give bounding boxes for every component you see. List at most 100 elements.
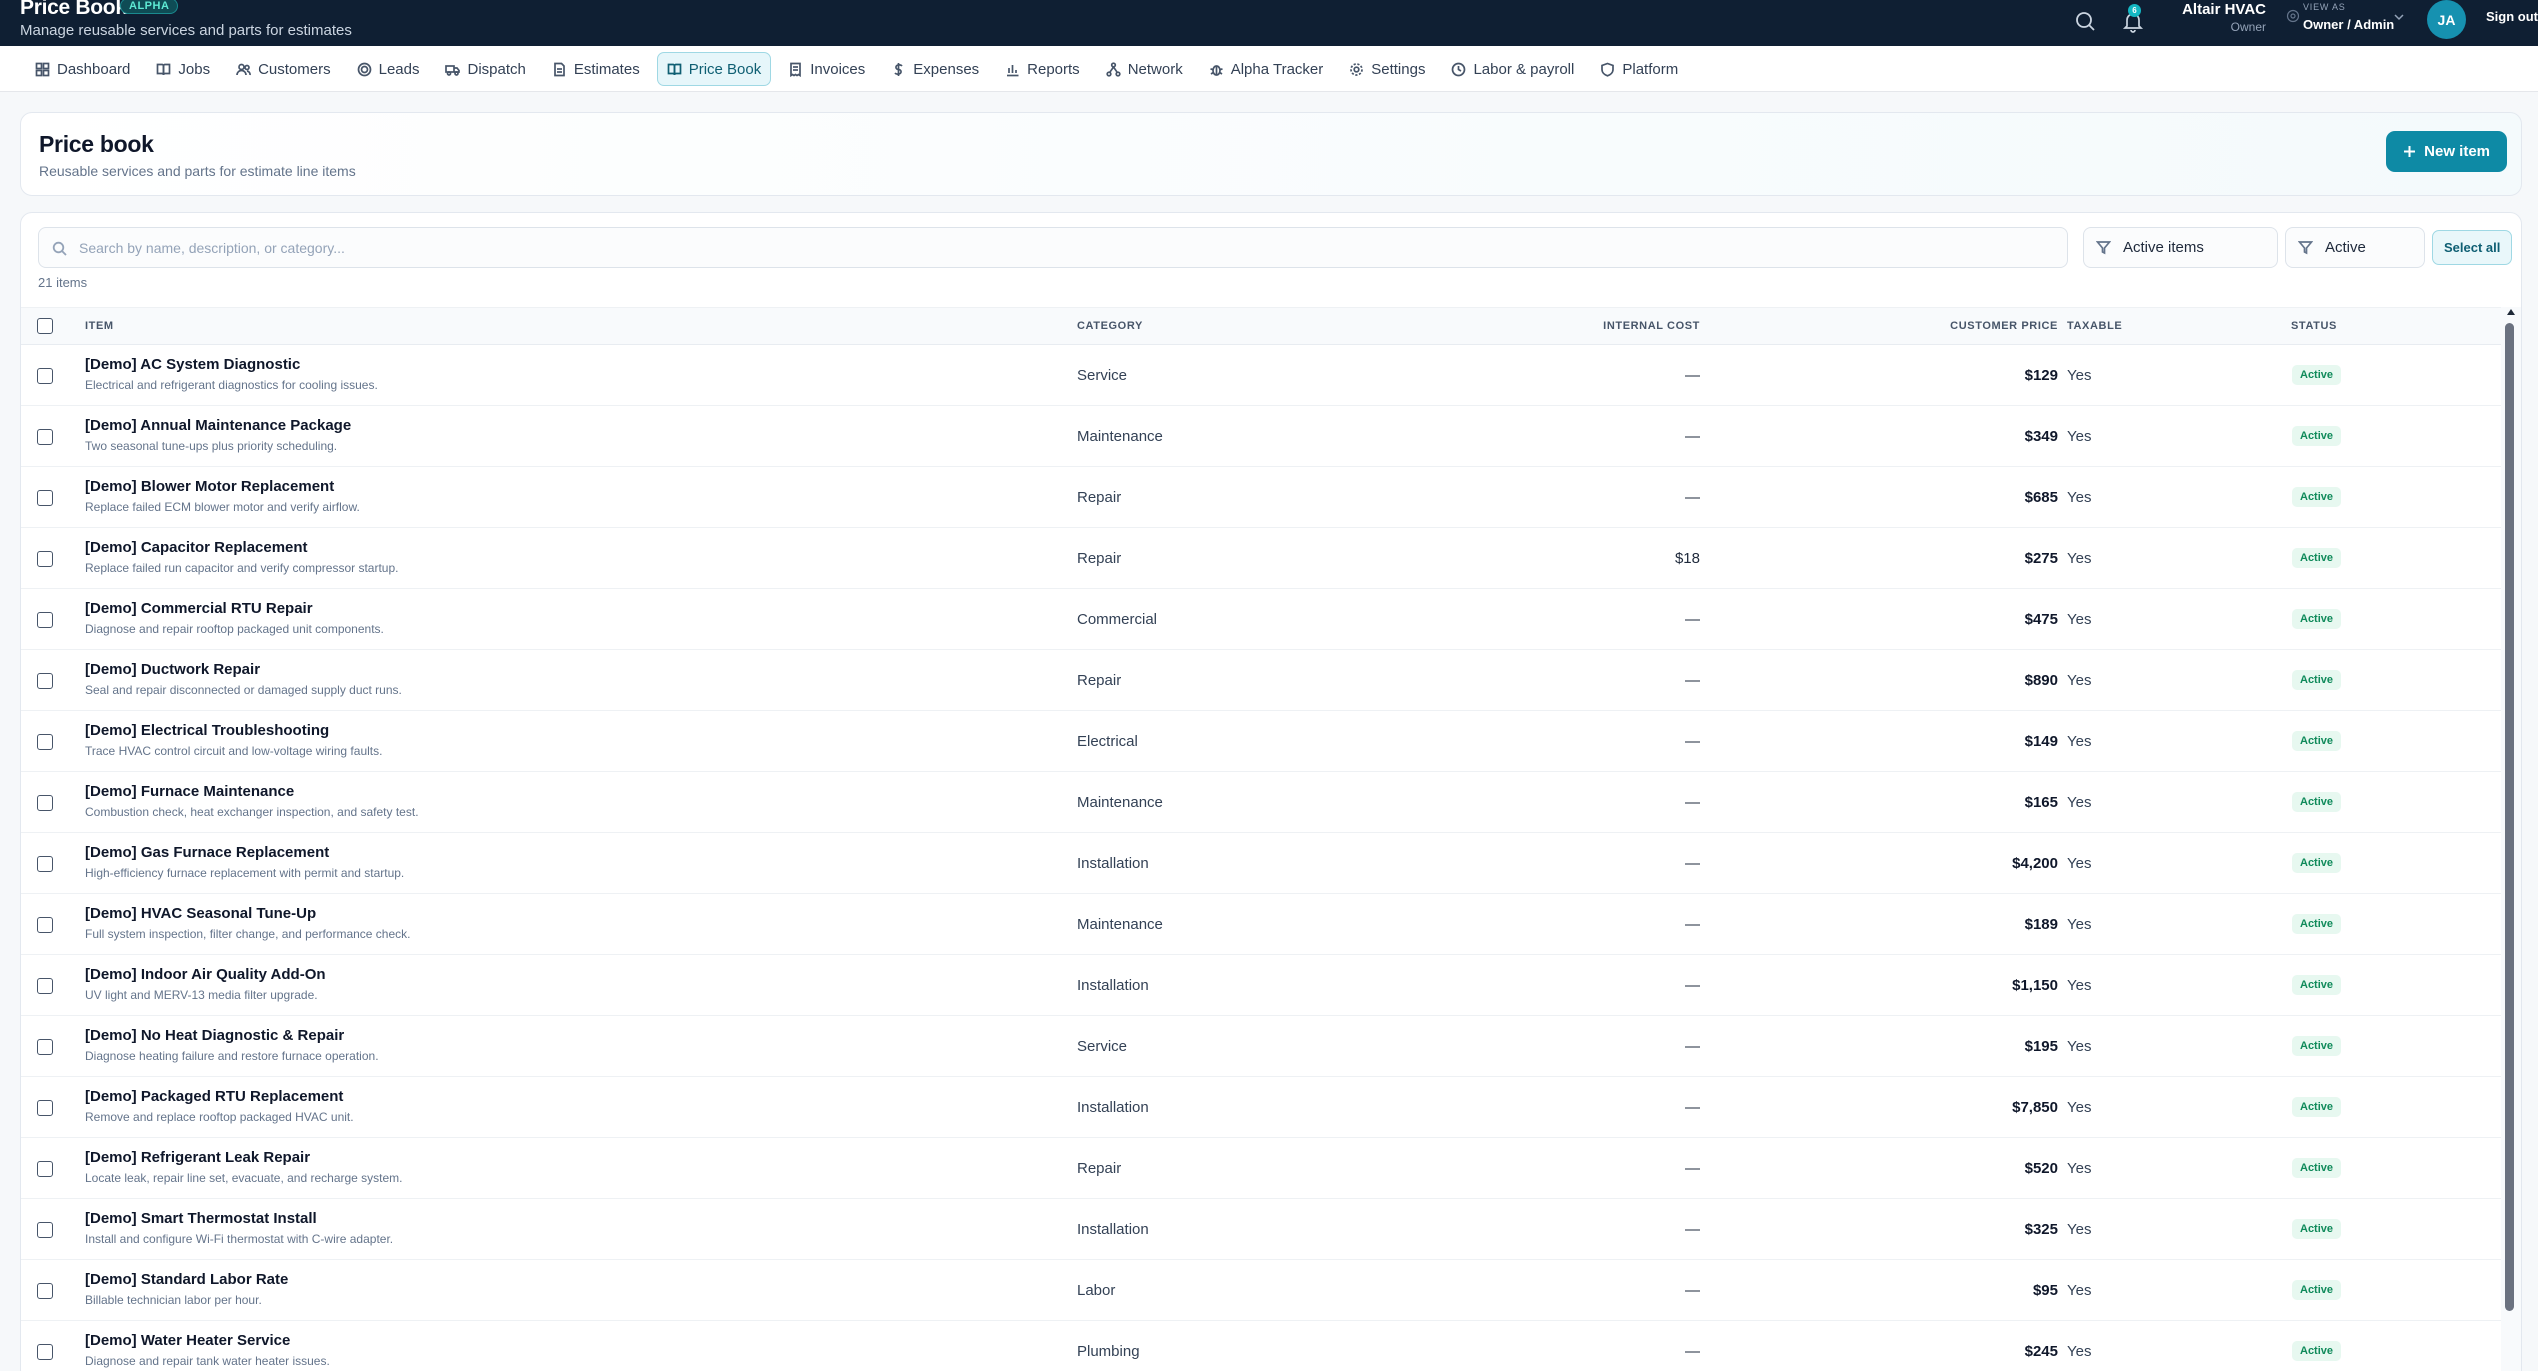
row-checkbox[interactable]	[37, 612, 53, 628]
row-checkbox[interactable]	[37, 1222, 53, 1238]
column-header-item[interactable]: ITEM	[85, 320, 114, 332]
table-row[interactable]: [Demo] Furnace Maintenance Combustion che…	[21, 772, 2501, 833]
table-row[interactable]: [Demo] No Heat Diagnostic & Repair Diagno…	[21, 1016, 2501, 1077]
column-header-internal-cost[interactable]: INTERNAL COST	[1603, 320, 1700, 332]
item-description: Locate leak, repair line set, evacuate, …	[85, 1171, 403, 1185]
item-customer-price: $149	[2024, 733, 2058, 750]
book-icon	[157, 63, 171, 75]
nav-item-leads[interactable]: Leads	[348, 52, 429, 86]
table-row[interactable]: [Demo] Water Heater Service Diagnose and …	[21, 1321, 2501, 1371]
row-checkbox[interactable]	[37, 490, 53, 506]
nav-item-alpha-tracker[interactable]: Alpha Tracker	[1200, 52, 1333, 86]
search-field[interactable]	[38, 227, 2068, 268]
search-icon[interactable]	[2070, 6, 2100, 36]
item-name[interactable]: [Demo] HVAC Seasonal Tune-Up	[85, 905, 316, 922]
table-row[interactable]: [Demo] Blower Motor Replacement Replace f…	[21, 467, 2501, 528]
item-name[interactable]: [Demo] Refrigerant Leak Repair	[85, 1149, 310, 1166]
row-checkbox[interactable]	[37, 917, 53, 933]
table-row[interactable]: [Demo] HVAC Seasonal Tune-Up Full system …	[21, 894, 2501, 955]
new-item-button[interactable]: New item	[2386, 131, 2507, 172]
item-name[interactable]: [Demo] Ductwork Repair	[85, 661, 260, 678]
item-category: Installation	[1077, 1099, 1149, 1116]
status-filter-select[interactable]: Active	[2285, 227, 2425, 268]
nav-item-settings[interactable]: Settings	[1340, 52, 1434, 86]
view-as-select[interactable]: Owner / Admin	[2303, 17, 2394, 32]
table-row[interactable]: [Demo] Refrigerant Leak Repair Locate lea…	[21, 1138, 2501, 1199]
item-name[interactable]: [Demo] AC System Diagnostic	[85, 356, 300, 373]
item-name[interactable]: [Demo] Packaged RTU Replacement	[85, 1088, 343, 1105]
item-name[interactable]: [Demo] Electrical Troubleshooting	[85, 722, 329, 739]
row-checkbox[interactable]	[37, 734, 53, 750]
row-checkbox[interactable]	[37, 1344, 53, 1360]
item-name[interactable]: [Demo] Annual Maintenance Package	[85, 417, 351, 434]
nav-item-invoices[interactable]: Invoices	[779, 52, 874, 86]
item-name[interactable]: [Demo] Capacitor Replacement	[85, 539, 308, 556]
item-name[interactable]: [Demo] Smart Thermostat Install	[85, 1210, 317, 1227]
nav-item-labor-payroll[interactable]: Labor & payroll	[1442, 52, 1583, 86]
table-row[interactable]: [Demo] Electrical Troubleshooting Trace H…	[21, 711, 2501, 772]
item-customer-price: $1,150	[2012, 977, 2058, 994]
row-checkbox[interactable]	[37, 551, 53, 567]
row-checkbox[interactable]	[37, 1100, 53, 1116]
nav-item-dashboard[interactable]: Dashboard	[26, 52, 139, 86]
nav-item-estimates[interactable]: Estimates	[543, 52, 649, 86]
table-row[interactable]: [Demo] Annual Maintenance Package Two sea…	[21, 406, 2501, 467]
item-taxable: Yes	[2067, 367, 2092, 384]
scroll-thumb[interactable]	[2505, 323, 2514, 1311]
row-checkbox[interactable]	[37, 673, 53, 689]
table-row[interactable]: [Demo] Commercial RTU Repair Diagnose and…	[21, 589, 2501, 650]
table-row[interactable]: [Demo] Ductwork Repair Seal and repair di…	[21, 650, 2501, 711]
item-name[interactable]: [Demo] Gas Furnace Replacement	[85, 844, 329, 861]
table-row[interactable]: [Demo] Standard Labor Rate Billable techn…	[21, 1260, 2501, 1321]
nav-item-dispatch[interactable]: Dispatch	[436, 52, 534, 86]
nav-item-expenses[interactable]: Expenses	[882, 52, 988, 86]
nav-item-reports[interactable]: Reports	[996, 52, 1089, 86]
row-checkbox[interactable]	[37, 1161, 53, 1177]
item-customer-price: $95	[2032, 1282, 2058, 1299]
item-name[interactable]: [Demo] Commercial RTU Repair	[85, 600, 313, 617]
column-header-category[interactable]: CATEGORY	[1077, 320, 1143, 332]
select-all-checkbox[interactable]	[37, 318, 53, 334]
select-all-button[interactable]: Select all	[2432, 230, 2513, 265]
item-customer-price: $189	[2024, 916, 2058, 933]
item-name[interactable]: [Demo] Standard Labor Rate	[85, 1271, 288, 1288]
item-taxable: Yes	[2067, 672, 2092, 689]
item-taxable: Yes	[2067, 1038, 2092, 1055]
table-row[interactable]: [Demo] Gas Furnace Replacement High-effic…	[21, 833, 2501, 894]
item-name[interactable]: [Demo] Blower Motor Replacement	[85, 478, 334, 495]
nav-item-price-book[interactable]: Price Book	[656, 52, 772, 86]
row-checkbox[interactable]	[37, 429, 53, 445]
column-header-customer-price[interactable]: CUSTOMER PRICE	[1950, 320, 2058, 332]
item-name[interactable]: [Demo] Water Heater Service	[85, 1332, 290, 1349]
search-input[interactable]	[79, 228, 2049, 267]
item-name[interactable]: [Demo] Furnace Maintenance	[85, 783, 294, 800]
row-checkbox[interactable]	[37, 1039, 53, 1055]
item-name[interactable]: [Demo] Indoor Air Quality Add-On	[85, 966, 326, 983]
scrollbar[interactable]	[2501, 307, 2521, 1371]
column-header-taxable[interactable]: TAXABLE	[2067, 320, 2122, 332]
sign-out-button[interactable]: Sign out	[2486, 9, 2538, 24]
table-row[interactable]: [Demo] Packaged RTU Replacement Remove an…	[21, 1077, 2501, 1138]
dashboard-icon	[35, 62, 50, 76]
row-checkbox[interactable]	[37, 856, 53, 872]
chevron-down-icon[interactable]	[2393, 11, 2405, 23]
nav-item-platform[interactable]: Platform	[1591, 52, 1687, 86]
row-checkbox[interactable]	[37, 978, 53, 994]
item-name[interactable]: [Demo] No Heat Diagnostic & Repair	[85, 1027, 344, 1044]
row-checkbox[interactable]	[37, 368, 53, 384]
row-checkbox[interactable]	[37, 1283, 53, 1299]
column-header-status[interactable]: STATUS	[2291, 320, 2337, 332]
table-row[interactable]: [Demo] Smart Thermostat Install Install a…	[21, 1199, 2501, 1260]
nav-item-customers[interactable]: Customers	[227, 52, 340, 86]
scope-filter-select[interactable]: Active items	[2083, 227, 2278, 268]
nav-item-network[interactable]: Network	[1097, 52, 1192, 86]
table-row[interactable]: [Demo] AC System Diagnostic Electrical an…	[21, 345, 2501, 406]
nav-item-jobs[interactable]: Jobs	[147, 52, 219, 86]
table-row[interactable]: [Demo] Capacitor Replacement Replace fail…	[21, 528, 2501, 589]
avatar[interactable]: JA	[2427, 0, 2466, 39]
nav-item-label: Invoices	[810, 60, 866, 78]
row-checkbox[interactable]	[37, 795, 53, 811]
table-row[interactable]: [Demo] Indoor Air Quality Add-On UV light…	[21, 955, 2501, 1016]
scroll-up-arrow[interactable]	[2507, 309, 2515, 315]
view-as-label: VIEW AS	[2303, 2, 2346, 12]
